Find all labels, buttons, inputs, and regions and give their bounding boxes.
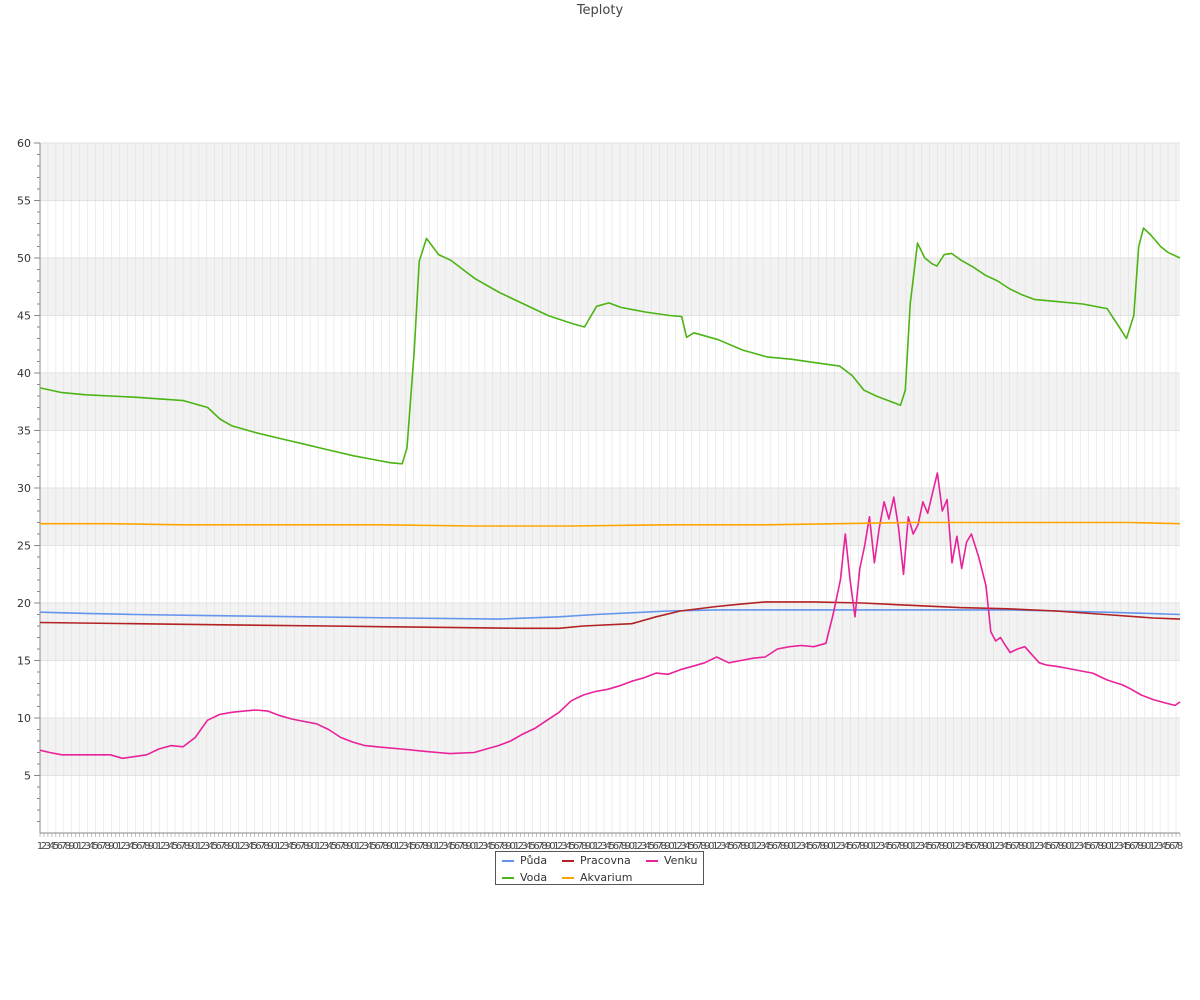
y-tick-label: 30 <box>17 482 31 495</box>
legend-swatch <box>562 876 574 879</box>
legend-label: Voda <box>520 871 548 884</box>
y-tick-label: 45 <box>17 310 31 323</box>
legend-swatch <box>646 859 658 862</box>
y-tick-label: 60 <box>17 137 31 150</box>
legend-item: Akvarium <box>562 871 632 884</box>
legend-label: Venku <box>664 854 698 867</box>
y-tick-label: 50 <box>17 252 31 265</box>
legend-swatch <box>502 876 514 879</box>
y-tick-label: 40 <box>17 367 31 380</box>
legend: Půda Pracovna Venku Voda Akvarium <box>495 851 704 885</box>
x-axis-ticks: 1234567890123456789012345678901234567890… <box>37 833 1183 852</box>
legend-item: Venku <box>646 854 697 867</box>
legend-label: Pracovna <box>580 854 631 867</box>
y-tick-label: 25 <box>17 540 31 553</box>
line-chart: 5 10 15 20 25 30 35 40 45 50 55 60 1234567890123456… <box>17 137 1183 852</box>
legend-swatch <box>502 859 514 862</box>
y-tick-label: 10 <box>17 712 31 725</box>
y-tick-label: 20 <box>17 597 31 610</box>
y-tick-label: 15 <box>17 655 31 668</box>
legend-item: Půda <box>502 854 547 867</box>
legend-label: Půda <box>520 854 548 867</box>
y-tick-label: 5 <box>24 770 31 783</box>
x-tick-label: 8 <box>1177 841 1183 852</box>
legend-item: Pracovna <box>562 854 631 867</box>
y-tick-label: 55 <box>17 195 31 208</box>
y-tick-label: 35 <box>17 425 31 438</box>
y-axis-ticks: 5 10 15 20 25 30 35 40 45 50 55 60 <box>17 137 40 822</box>
legend-swatch <box>562 859 574 862</box>
legend-label: Akvarium <box>580 871 633 884</box>
legend-item: Voda <box>502 871 547 884</box>
